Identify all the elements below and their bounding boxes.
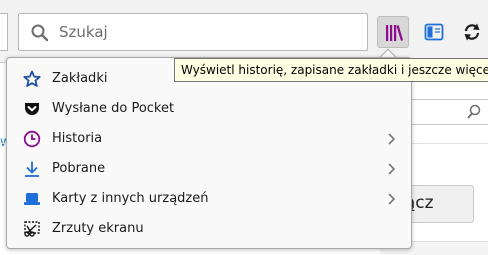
sidebar-toggle-button[interactable] — [418, 16, 450, 48]
menu-item-pocket[interactable]: Wysłane do Pocket — [7, 94, 411, 124]
menu-item-label: Zrzuty ekranu — [52, 221, 144, 236]
library-button[interactable] — [377, 16, 409, 48]
browser-toolbar: Szukaj — [0, 0, 488, 62]
screenshot-scissors-icon — [24, 221, 40, 237]
menu-item-label: Pobrane — [52, 161, 106, 176]
sidebar-icon — [424, 23, 444, 41]
library-icon — [386, 25, 404, 41]
url-bar-edge[interactable] — [0, 13, 8, 51]
menu-item-history[interactable]: Historia — [7, 124, 411, 154]
clock-icon — [23, 130, 41, 148]
download-arrow-icon — [25, 161, 39, 177]
menu-item-label: Zakładki — [52, 71, 108, 86]
chevron-right-icon — [388, 193, 396, 205]
star-icon — [23, 70, 41, 87]
chevron-right-icon — [388, 163, 396, 175]
search-icon — [467, 104, 481, 119]
sync-icon — [464, 23, 480, 41]
chevron-right-icon — [388, 133, 396, 145]
menu-item-label: Historia — [52, 131, 103, 146]
library-tooltip: Wyświetl historię, zapisane zakładki i j… — [174, 58, 488, 82]
sync-button[interactable] — [456, 16, 488, 48]
synced-tabs-icon — [24, 193, 40, 205]
menu-item-screenshots[interactable]: Zrzuty ekranu — [7, 214, 411, 244]
pocket-icon — [25, 103, 39, 115]
search-placeholder: Szukaj — [59, 23, 108, 41]
menu-item-label: Wysłane do Pocket — [52, 101, 175, 116]
menu-item-downloads[interactable]: Pobrane — [7, 154, 411, 184]
search-icon — [31, 24, 49, 42]
menu-item-label: Karty z innych urządzeń — [52, 191, 209, 206]
menu-item-synced-tabs[interactable]: Karty z innych urządzeń — [7, 184, 411, 214]
library-menu: Zakładki Wysłane do Pocket Historia Pobr… — [6, 57, 412, 249]
search-input[interactable]: Szukaj — [18, 13, 368, 51]
